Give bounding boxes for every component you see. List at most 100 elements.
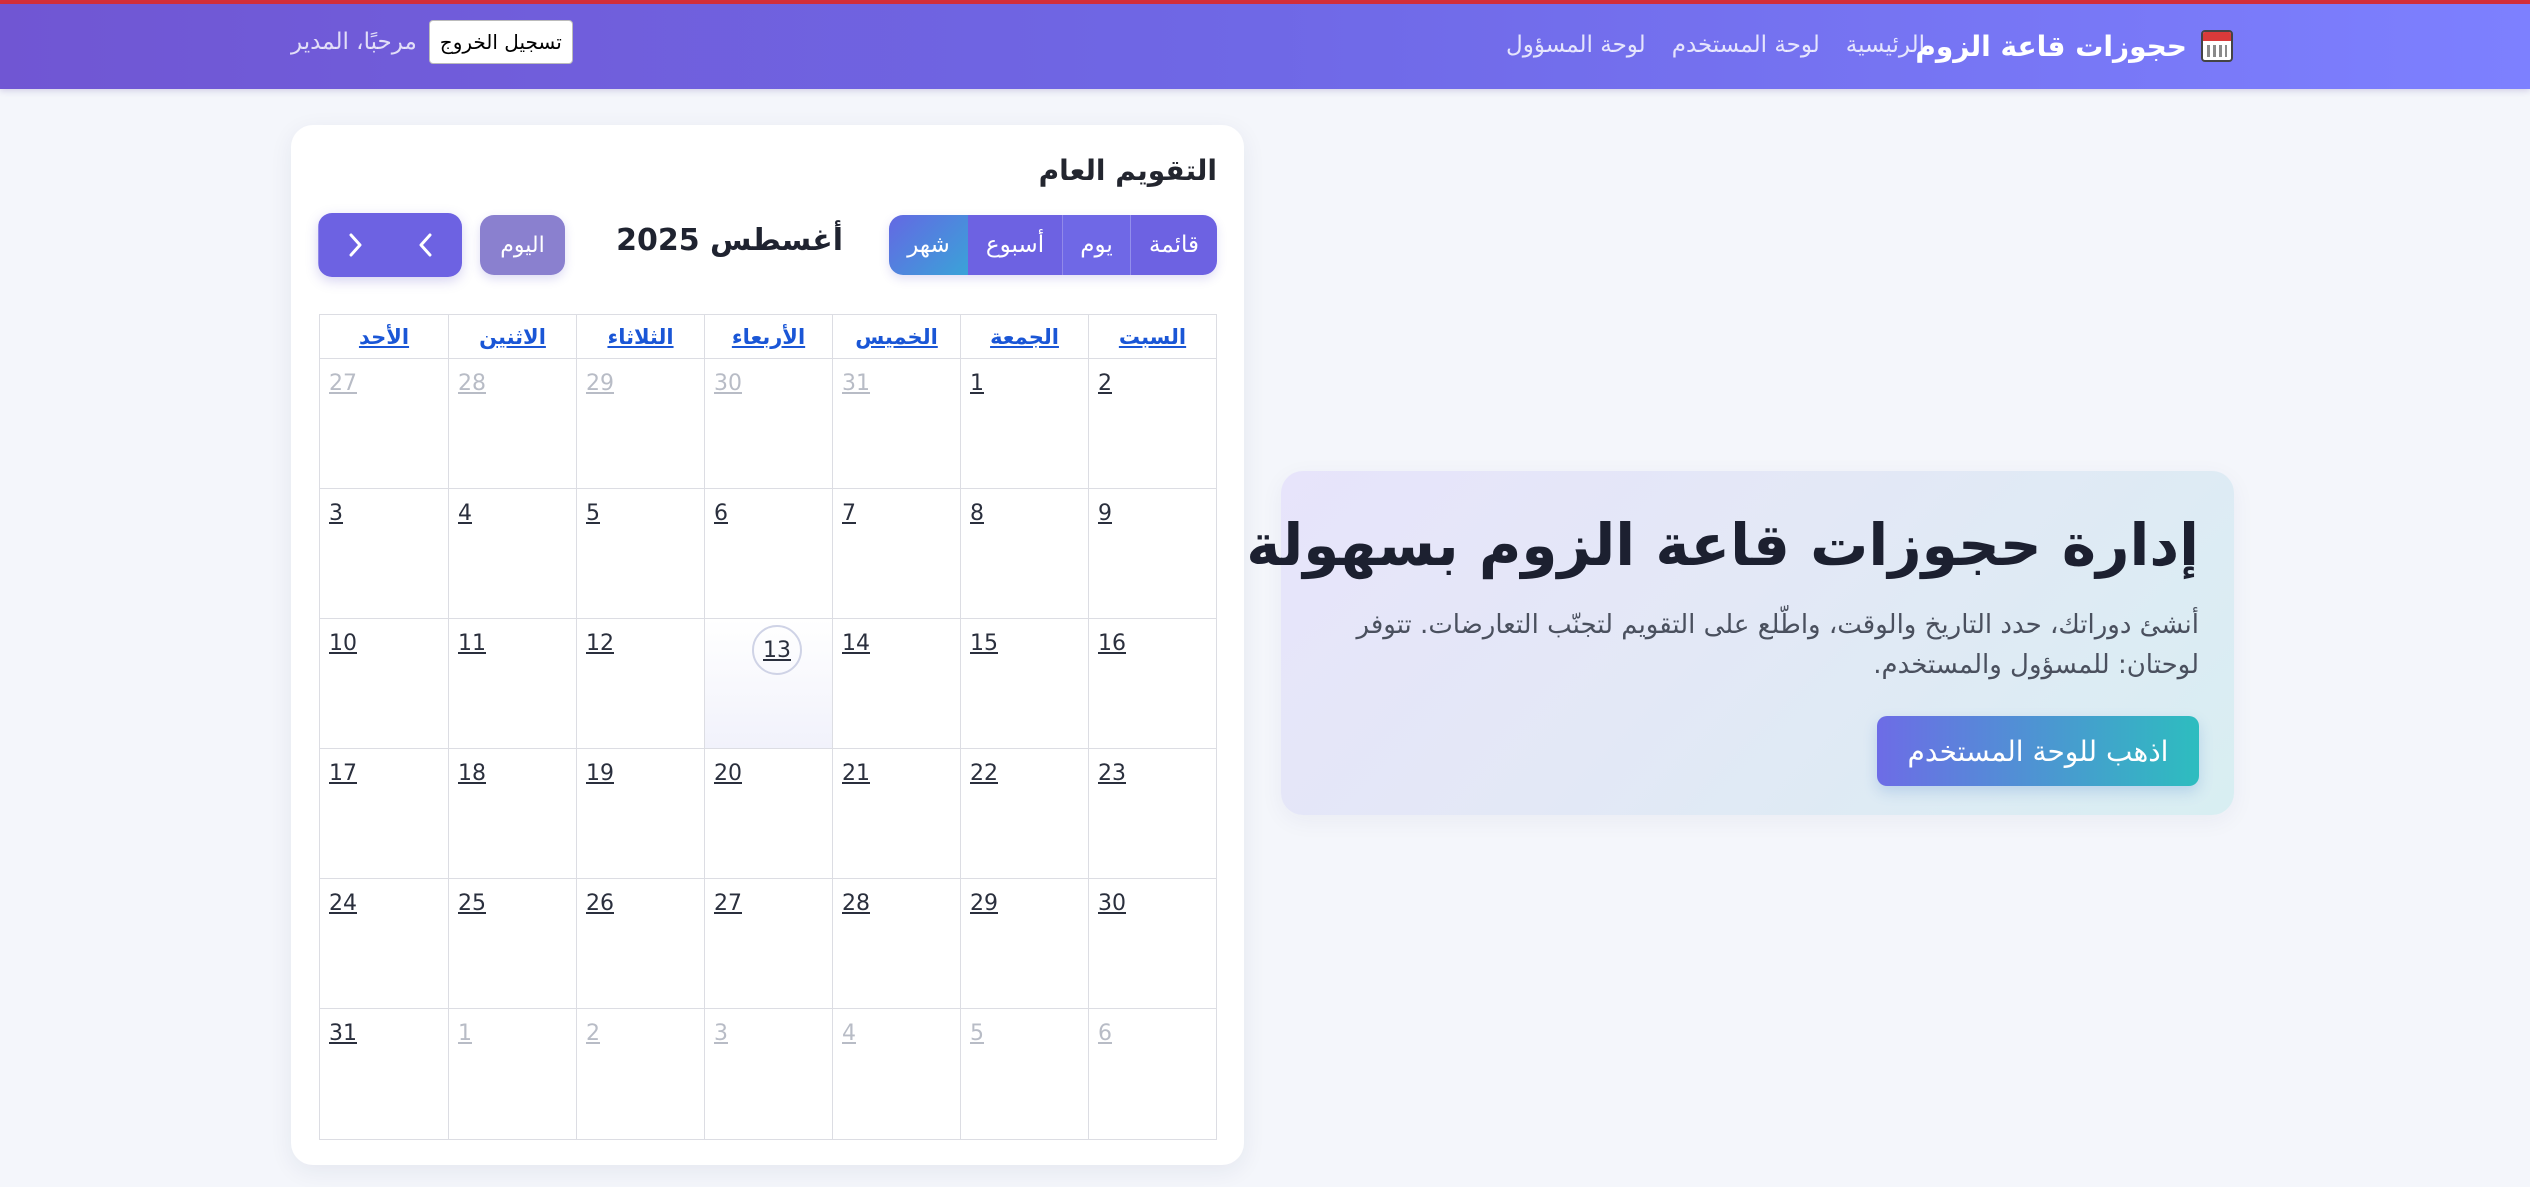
day-number[interactable]: 16 xyxy=(1098,631,1126,656)
day-number[interactable]: 4 xyxy=(458,501,472,526)
day-number[interactable]: 20 xyxy=(714,761,742,786)
weekday-header-tuesday[interactable]: الثلاثاء xyxy=(576,315,704,359)
day-number[interactable]: 27 xyxy=(714,891,742,916)
day-cell[interactable]: 27 xyxy=(320,359,448,489)
day-number[interactable]: 2 xyxy=(1098,371,1112,396)
day-number[interactable]: 6 xyxy=(714,501,728,526)
day-cell[interactable]: 25 xyxy=(448,879,576,1009)
day-number[interactable]: 30 xyxy=(1098,891,1126,916)
day-number[interactable]: 1 xyxy=(970,371,984,396)
day-number[interactable]: 31 xyxy=(329,1021,357,1046)
day-number[interactable]: 8 xyxy=(970,501,984,526)
day-cell[interactable]: 1 xyxy=(448,1009,576,1139)
day-number[interactable]: 24 xyxy=(329,891,357,916)
day-number[interactable]: 13 xyxy=(752,625,802,675)
day-cell[interactable]: 5 xyxy=(576,489,704,619)
day-cell[interactable]: 2 xyxy=(576,1009,704,1139)
nav-link-admin-dashboard[interactable]: لوحة المسؤول xyxy=(1506,32,1646,58)
day-number[interactable]: 7 xyxy=(842,501,856,526)
day-number[interactable]: 29 xyxy=(970,891,998,916)
day-cell[interactable]: 29 xyxy=(576,359,704,489)
day-number[interactable]: 26 xyxy=(586,891,614,916)
day-cell[interactable]: 15 xyxy=(960,619,1088,749)
day-cell[interactable]: 31 xyxy=(320,1009,448,1139)
user-dashboard-button[interactable]: اذهب للوحة المستخدم xyxy=(1877,716,2199,786)
day-number[interactable]: 28 xyxy=(458,371,486,396)
nav-link-home[interactable]: الرئيسية xyxy=(1846,32,1925,58)
day-cell[interactable]: 3 xyxy=(320,489,448,619)
day-cell[interactable]: 2 xyxy=(1088,359,1216,489)
day-cell[interactable]: 30 xyxy=(1088,879,1216,1009)
day-number[interactable]: 9 xyxy=(1098,501,1112,526)
day-cell[interactable]: 10 xyxy=(320,619,448,749)
day-cell[interactable]: 14 xyxy=(832,619,960,749)
day-cell[interactable]: 24 xyxy=(320,879,448,1009)
day-cell[interactable]: 18 xyxy=(448,749,576,879)
day-cell[interactable]: 28 xyxy=(448,359,576,489)
day-number[interactable]: 27 xyxy=(329,371,357,396)
view-list-button[interactable]: قائمة xyxy=(1131,215,1217,275)
day-cell[interactable]: 1 xyxy=(960,359,1088,489)
day-cell[interactable]: 23 xyxy=(1088,749,1216,879)
day-number[interactable]: 6 xyxy=(1098,1021,1112,1046)
weekday-header-saturday[interactable]: السبت xyxy=(1088,315,1216,359)
day-number[interactable]: 15 xyxy=(970,631,998,656)
day-number[interactable]: 5 xyxy=(970,1021,984,1046)
day-cell[interactable]: 31 xyxy=(832,359,960,489)
day-number[interactable]: 12 xyxy=(586,631,614,656)
weekday-header-wednesday[interactable]: الأربعاء xyxy=(704,315,832,359)
day-cell[interactable]: 12 xyxy=(576,619,704,749)
day-cell[interactable]: 16 xyxy=(1088,619,1216,749)
view-week-button[interactable]: أسبوع xyxy=(968,215,1063,275)
day-number[interactable]: 21 xyxy=(842,761,870,786)
logout-button[interactable]: تسجيل الخروج xyxy=(428,20,573,64)
day-cell[interactable]: 19 xyxy=(576,749,704,879)
day-cell[interactable]: 27 xyxy=(704,879,832,1009)
day-number[interactable]: 25 xyxy=(458,891,486,916)
weekday-header-friday[interactable]: الجمعة xyxy=(960,315,1088,359)
day-cell[interactable]: 6 xyxy=(1088,1009,1216,1139)
day-number[interactable]: 17 xyxy=(329,761,357,786)
day-number[interactable]: 22 xyxy=(970,761,998,786)
next-month-button[interactable] xyxy=(318,213,391,277)
brand[interactable]: حجوزات قاعة الزوم xyxy=(1915,26,2233,66)
day-number[interactable]: 2 xyxy=(586,1021,600,1046)
day-cell[interactable]: 29 xyxy=(960,879,1088,1009)
day-number[interactable]: 23 xyxy=(1098,761,1126,786)
weekday-header-thursday[interactable]: الخميس xyxy=(832,315,960,359)
day-cell[interactable]: 17 xyxy=(320,749,448,879)
day-cell[interactable]: 9 xyxy=(1088,489,1216,619)
day-cell[interactable]: 21 xyxy=(832,749,960,879)
day-cell[interactable]: 22 xyxy=(960,749,1088,879)
day-cell[interactable]: 3 xyxy=(704,1009,832,1139)
day-cell[interactable]: 26 xyxy=(576,879,704,1009)
day-cell[interactable]: 4 xyxy=(448,489,576,619)
day-number[interactable]: 3 xyxy=(329,501,343,526)
day-cell[interactable]: 30 xyxy=(704,359,832,489)
day-number[interactable]: 14 xyxy=(842,631,870,656)
day-cell[interactable]: 7 xyxy=(832,489,960,619)
day-number[interactable]: 1 xyxy=(458,1021,472,1046)
day-number[interactable]: 19 xyxy=(586,761,614,786)
day-number[interactable]: 11 xyxy=(458,631,486,656)
prev-month-button[interactable] xyxy=(390,213,462,277)
view-month-button[interactable]: شهر xyxy=(889,215,968,275)
day-cell[interactable]: 28 xyxy=(832,879,960,1009)
day-cell[interactable]: 20 xyxy=(704,749,832,879)
view-day-button[interactable]: يوم xyxy=(1063,215,1131,275)
weekday-header-sunday[interactable]: الأحد xyxy=(320,315,448,359)
day-cell[interactable]: 6 xyxy=(704,489,832,619)
today-button[interactable]: اليوم xyxy=(480,215,565,275)
day-number[interactable]: 5 xyxy=(586,501,600,526)
day-cell-today[interactable]: 13 xyxy=(704,619,832,749)
day-number[interactable]: 4 xyxy=(842,1021,856,1046)
day-number[interactable]: 3 xyxy=(714,1021,728,1046)
day-number[interactable]: 28 xyxy=(842,891,870,916)
day-cell[interactable]: 4 xyxy=(832,1009,960,1139)
weekday-header-monday[interactable]: الاثنين xyxy=(448,315,576,359)
nav-link-user-dashboard[interactable]: لوحة المستخدم xyxy=(1672,32,1820,58)
day-number[interactable]: 31 xyxy=(842,371,870,396)
day-cell[interactable]: 11 xyxy=(448,619,576,749)
day-number[interactable]: 30 xyxy=(714,371,742,396)
day-cell[interactable]: 8 xyxy=(960,489,1088,619)
